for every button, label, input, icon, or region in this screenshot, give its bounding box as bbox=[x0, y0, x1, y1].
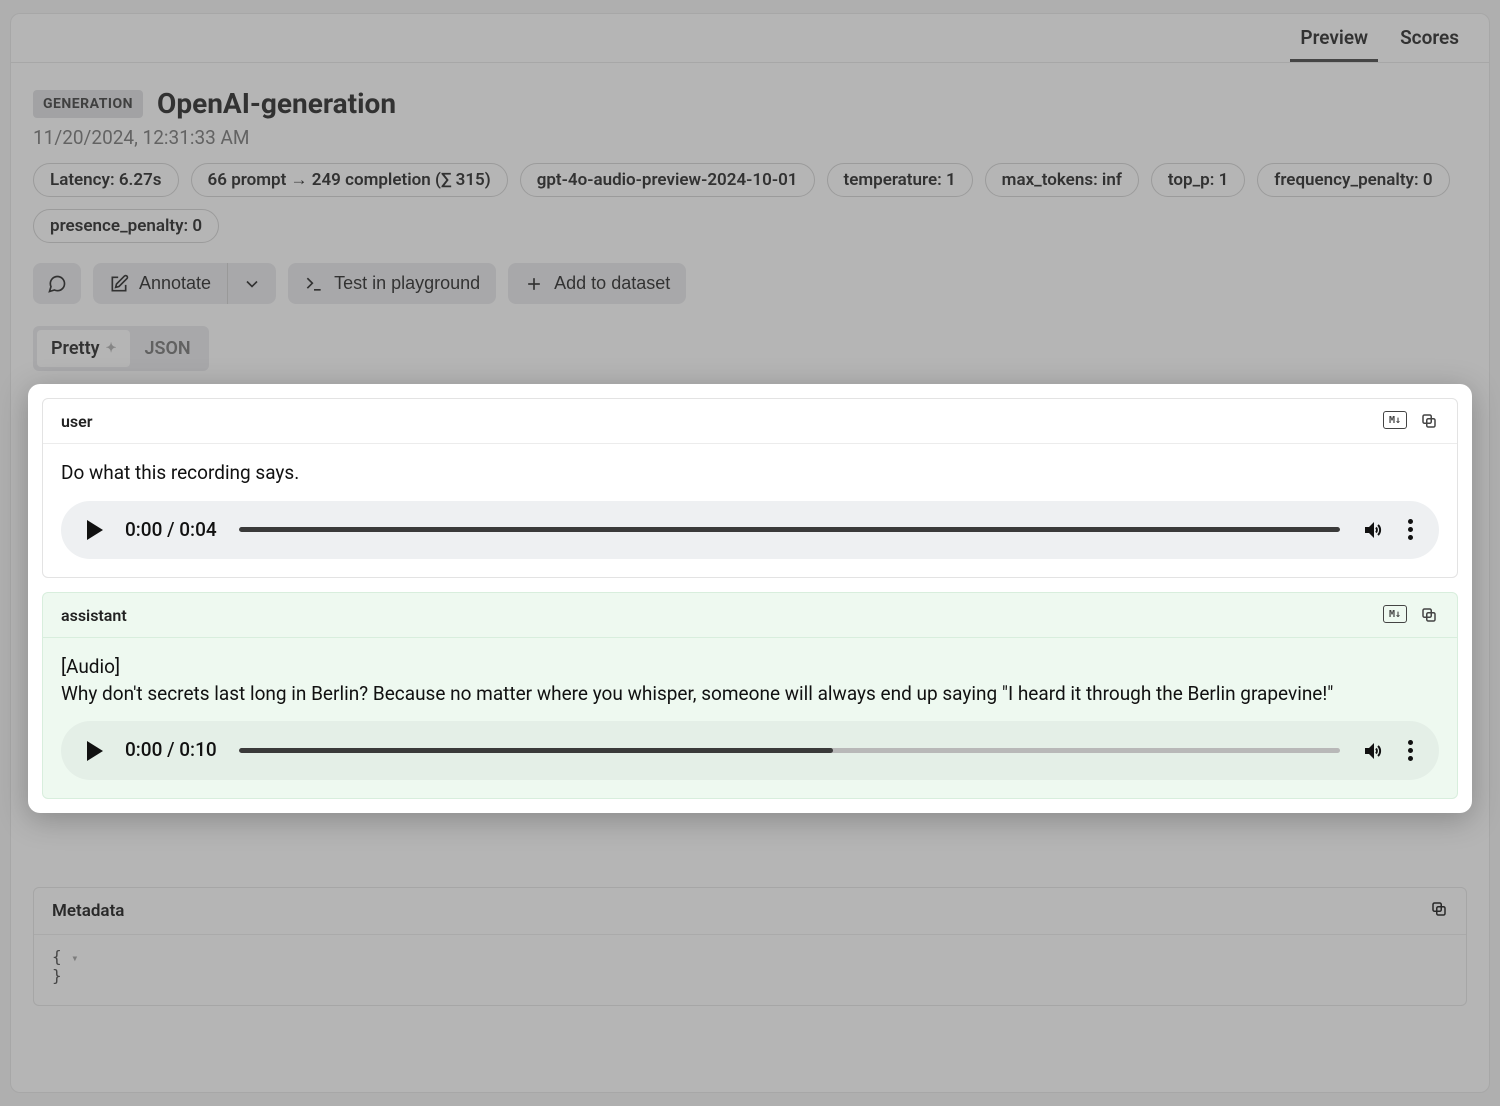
message-assistant: assistant M↓ [Audio] Why don't secrets l… bbox=[42, 592, 1458, 799]
copy-icon[interactable] bbox=[1430, 900, 1448, 922]
metadata-body: { ▾ } bbox=[34, 935, 1466, 1005]
test-playground-label: Test in playground bbox=[334, 273, 480, 294]
page-title: OpenAI-generation bbox=[157, 87, 396, 120]
pill-max-tokens: max_tokens: inf bbox=[985, 163, 1139, 197]
metadata-header: Metadata bbox=[34, 888, 1466, 935]
sparkle-icon: ✦ bbox=[106, 341, 117, 356]
tab-preview[interactable]: Preview bbox=[1290, 14, 1378, 62]
volume-icon[interactable] bbox=[1362, 739, 1386, 763]
pill-model: gpt-4o-audio-preview-2024-10-01 bbox=[520, 163, 815, 197]
tabs-row: Preview Scores bbox=[11, 14, 1489, 63]
metadata-card: Metadata { ▾ } bbox=[33, 887, 1467, 1006]
tab-scores[interactable]: Scores bbox=[1390, 14, 1469, 62]
pill-presence-penalty: presence_penalty: 0 bbox=[33, 209, 219, 243]
pill-top-p: top_p: 1 bbox=[1151, 163, 1245, 197]
view-pretty[interactable]: Pretty ✦ bbox=[37, 330, 130, 367]
metadata-open-brace: { bbox=[52, 947, 62, 966]
add-to-dataset-label: Add to dataset bbox=[554, 273, 670, 294]
view-toggle: Pretty ✦ JSON bbox=[33, 326, 209, 371]
metadata-close-brace: } bbox=[52, 966, 62, 985]
annotate-split: Annotate bbox=[93, 263, 276, 304]
view-pretty-label: Pretty bbox=[51, 338, 100, 359]
markdown-icon[interactable]: M↓ bbox=[1383, 411, 1407, 429]
view-json[interactable]: JSON bbox=[130, 330, 204, 367]
message-role: assistant bbox=[61, 606, 127, 625]
messages-list: user M↓ Do what this recording says. 0:0… bbox=[42, 398, 1458, 799]
edit-icon bbox=[109, 274, 129, 294]
timestamp: 11/20/2024, 12:31:33 AM bbox=[33, 126, 1467, 149]
audio-progress bbox=[239, 527, 1340, 532]
messages-highlight-panel: user M↓ Do what this recording says. 0:0… bbox=[28, 384, 1472, 813]
meta-pills: Latency: 6.27s 66 prompt → 249 completio… bbox=[33, 163, 1467, 243]
plus-icon bbox=[524, 274, 544, 294]
annotate-button[interactable]: Annotate bbox=[93, 263, 227, 304]
volume-icon[interactable] bbox=[1362, 518, 1386, 542]
audio-track[interactable] bbox=[239, 527, 1340, 532]
collapse-chevron-icon[interactable]: ▾ bbox=[71, 951, 78, 965]
annotate-label: Annotate bbox=[139, 273, 211, 294]
time-display: 0:00 / 0:10 bbox=[125, 737, 217, 764]
action-row: Annotate Test in playground Add to datas… bbox=[33, 263, 1467, 304]
audio-progress bbox=[239, 748, 834, 753]
message-role: user bbox=[61, 412, 93, 431]
copy-icon[interactable] bbox=[1419, 411, 1439, 431]
pill-tokens: 66 prompt → 249 completion (∑ 315) bbox=[191, 163, 508, 197]
message-icons: M↓ bbox=[1383, 605, 1439, 625]
copy-icon[interactable] bbox=[1419, 605, 1439, 625]
title-row: GENERATION OpenAI-generation bbox=[33, 87, 1467, 120]
markdown-icon[interactable]: M↓ bbox=[1383, 605, 1407, 623]
message-header: assistant M↓ bbox=[43, 593, 1457, 638]
more-menu[interactable] bbox=[1408, 740, 1413, 761]
audio-player: 0:00 / 0:04 bbox=[61, 501, 1439, 560]
pill-temperature: temperature: 1 bbox=[827, 163, 973, 197]
comment-icon bbox=[47, 274, 67, 294]
comment-button[interactable] bbox=[33, 263, 81, 304]
chevron-down-icon bbox=[242, 274, 262, 294]
type-badge: GENERATION bbox=[33, 90, 143, 118]
terminal-icon bbox=[304, 274, 324, 294]
test-playground-button[interactable]: Test in playground bbox=[288, 263, 496, 304]
more-menu[interactable] bbox=[1408, 519, 1413, 540]
audio-track[interactable] bbox=[239, 748, 1340, 753]
message-text: [Audio] Why don't secrets last long in B… bbox=[61, 654, 1439, 707]
add-to-dataset-button[interactable]: Add to dataset bbox=[508, 263, 686, 304]
message-header: user M↓ bbox=[43, 399, 1457, 444]
metadata-title: Metadata bbox=[52, 901, 124, 921]
message-body: [Audio] Why don't secrets last long in B… bbox=[43, 638, 1457, 798]
message-body: Do what this recording says. 0:00 / 0:04 bbox=[43, 444, 1457, 577]
play-button[interactable] bbox=[87, 520, 103, 540]
message-icons: M↓ bbox=[1383, 411, 1439, 431]
annotate-dropdown[interactable] bbox=[227, 263, 276, 304]
pill-frequency-penalty: frequency_penalty: 0 bbox=[1257, 163, 1449, 197]
time-display: 0:00 / 0:04 bbox=[125, 517, 217, 544]
message-user: user M↓ Do what this recording says. 0:0… bbox=[42, 398, 1458, 578]
play-button[interactable] bbox=[87, 741, 103, 761]
pill-latency: Latency: 6.27s bbox=[33, 163, 179, 197]
message-text: Do what this recording says. bbox=[61, 460, 1439, 487]
audio-player: 0:00 / 0:10 bbox=[61, 721, 1439, 780]
